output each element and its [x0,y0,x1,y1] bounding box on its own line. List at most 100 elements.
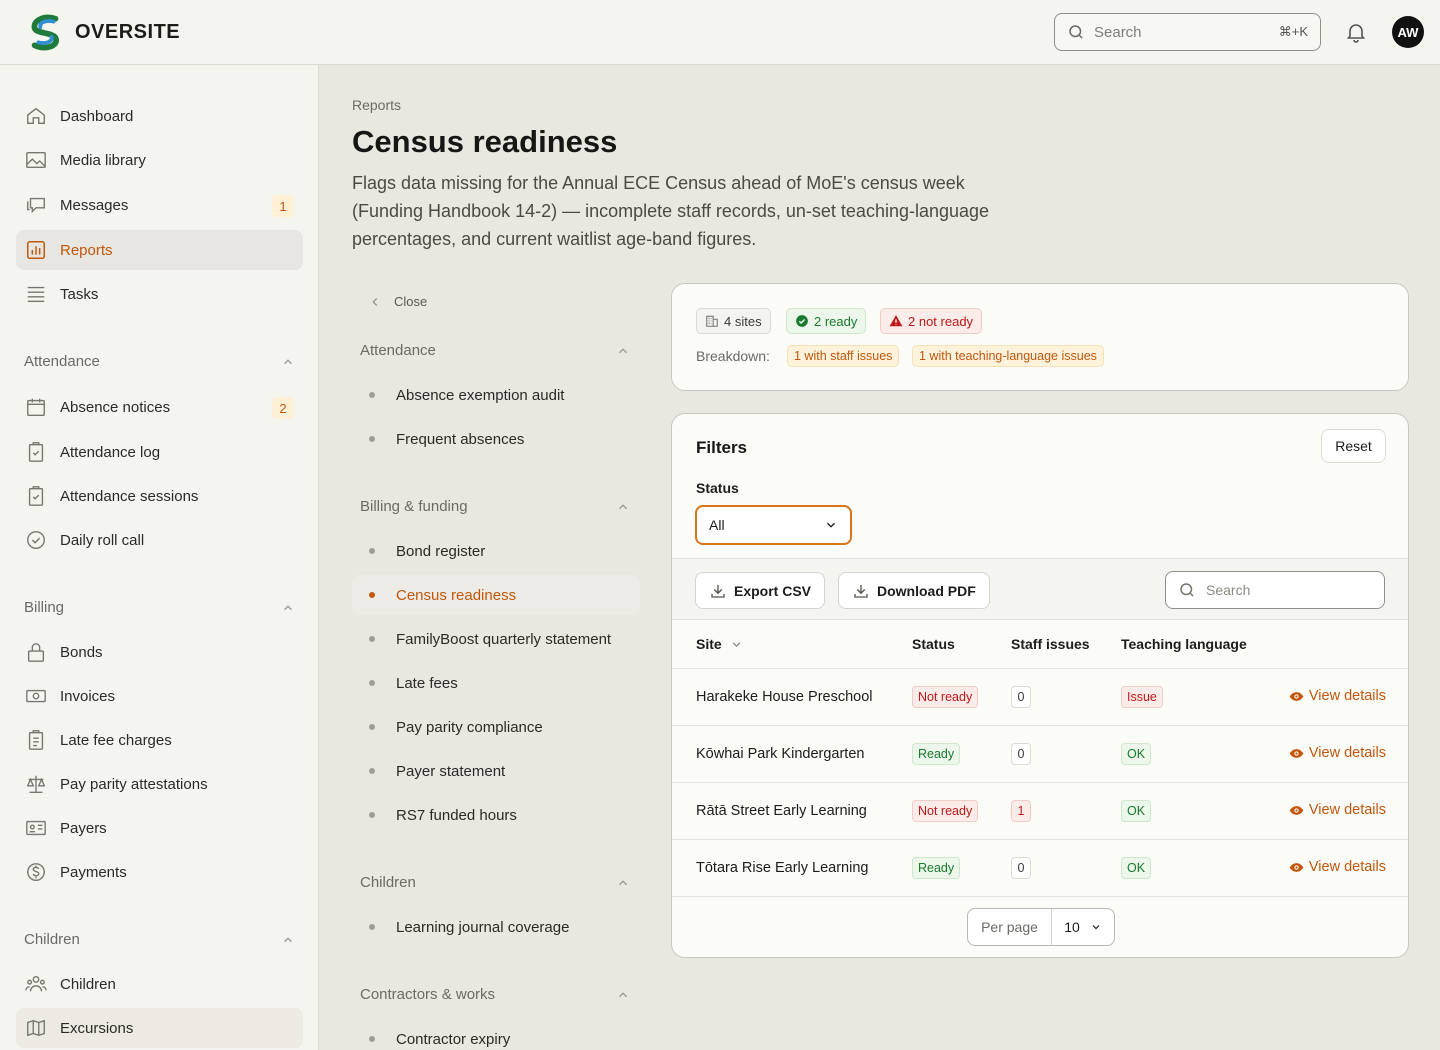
sidebar-item-pay-parity-attestations[interactable]: Pay parity attestations [16,764,303,804]
teaching-language-badge: Issue [1121,686,1163,708]
view-details-link[interactable]: View details [1289,745,1386,761]
calendar-icon [27,398,45,416]
clipboard-check-icon [28,442,44,462]
close-report-list-button[interactable]: Close [368,294,427,309]
view-details-link[interactable]: View details [1289,859,1386,875]
status-label: Status [696,480,739,496]
sidebar-item-media-library[interactable]: Media library [16,140,303,180]
table-search-input[interactable]: Search [1165,571,1385,609]
warning-triangle-icon [889,315,903,327]
sidebar-item-tasks[interactable]: Tasks [16,274,303,314]
view-details-link[interactable]: View details [1289,802,1386,818]
download-icon [854,584,868,598]
site-name: Harakeke House Preschool [696,689,873,705]
download-pdf-button[interactable]: Download PDF [838,572,990,609]
report-item[interactable]: Bond register [352,531,640,571]
sidebar-item-label: Attendance log [60,443,161,461]
bell-icon[interactable] [1344,20,1368,44]
column-header-staff-issues: Staff issues [1011,636,1090,652]
sidebar-item-invoices[interactable]: Invoices [16,676,303,716]
avatar[interactable]: AW [1392,16,1424,48]
sidebar-section-billing[interactable]: Billing [24,599,295,616]
sidebar-item-payers[interactable]: Payers [16,808,303,848]
site-name: Kōwhai Park Kindergarten [696,746,865,762]
staff-issues-count: 0 [1011,857,1031,879]
report-item[interactable]: Absence exemption audit [352,375,640,415]
report-item[interactable]: Learning journal coverage [352,907,640,947]
sidebar-item-label: Attendance sessions [60,487,199,505]
sidebar-section-children[interactable]: Children [24,931,295,948]
site-name: Tōtara Rise Early Learning [696,860,869,876]
check-circle-icon [796,315,808,327]
filters-title: Filters [696,438,748,457]
map-icon [27,1019,45,1037]
breadcrumb[interactable]: Reports [352,97,401,113]
sidebar-section-attendance[interactable]: Attendance [24,353,295,370]
report-section-children[interactable]: Children [360,874,630,891]
image-icon [26,151,46,169]
sidebar-item-label: Reports [60,241,113,259]
per-page-label: Per page [968,909,1052,945]
status-select[interactable]: All [695,505,852,545]
section-title: Billing & funding [360,498,468,515]
chevron-down-icon [827,522,835,528]
sidebar-item-children[interactable]: Children [16,964,303,1004]
report-item[interactable]: FamilyBoost quarterly statement [352,619,640,659]
chevron-up-icon [619,991,627,997]
eye-icon [1289,748,1304,758]
sidebar-item-bonds[interactable]: Bonds [16,632,303,672]
sidebar-item-label: Payers [60,819,107,837]
page-description: Flags data missing for the Annual ECE Ce… [352,173,990,249]
staff-issues-count: 0 [1011,686,1031,708]
export-csv-button[interactable]: Export CSV [695,572,826,609]
check-circle-icon [27,531,45,549]
sidebar-item-late-fee-charges[interactable]: Late fee charges [16,720,303,760]
sidebar-item-excursions[interactable]: Excursions [16,1008,303,1048]
column-header-site[interactable]: Site [696,636,743,652]
search-shortcut: ⌘+K [1278,24,1308,39]
report-item[interactable]: Pay parity compliance [352,707,640,747]
report-item-active[interactable]: Census readiness [352,575,640,615]
reset-button[interactable]: Reset [1321,429,1386,463]
global-search-input[interactable]: Search ⌘+K [1054,13,1321,51]
sidebar-item-payments[interactable]: Payments [16,852,303,892]
sidebar-item-absence-notices[interactable]: Absence notices 2 [16,387,303,427]
sidebar-item-attendance-sessions[interactable]: Attendance sessions [16,476,303,516]
report-section-billing-funding[interactable]: Billing & funding [360,498,630,515]
not-ready-chip: 2 not ready [880,308,983,334]
sidebar-item-daily-roll-call[interactable]: Daily roll call [16,520,303,560]
report-item[interactable]: RS7 funded hours [352,795,640,835]
chevron-up-icon [284,358,292,364]
report-item[interactable]: Late fees [352,663,640,703]
chevron-down-icon [732,641,740,647]
logo[interactable]: OVERSITE [27,13,180,51]
ready-chip: 2 ready [786,308,867,334]
banknote-icon [26,689,46,703]
status-badge: Ready [912,857,961,879]
sidebar-item-dashboard[interactable]: Dashboard [16,96,303,136]
sidebar: Dashboard Media library Messages 1 Repor… [0,65,319,1050]
report-item[interactable]: Frequent absences [352,419,640,459]
section-title: Billing [24,599,65,616]
sidebar-item-messages[interactable]: Messages 1 [16,185,303,225]
chevron-up-icon [284,936,292,942]
sidebar-item-label: Absence notices [60,398,171,416]
staff-issues-chip: 1 with staff issues [787,345,900,367]
bar-chart-icon [27,241,45,259]
report-item[interactable]: Payer statement [352,751,640,791]
report-item[interactable]: Contractor expiry [352,1019,640,1050]
column-header-status: Status [912,636,955,652]
sidebar-item-label: Dashboard [60,107,134,125]
teaching-language-badge: OK [1121,743,1152,765]
filters-card: Filters Reset Status All Export CSV Down… [671,413,1409,958]
view-details-link[interactable]: View details [1289,688,1386,704]
report-section-contractors-works[interactable]: Contractors & works [360,986,630,1003]
per-page-select[interactable]: Per page 10 [967,908,1115,946]
scale-icon [26,775,46,793]
clipboard-check-icon [28,486,44,506]
sidebar-item-reports[interactable]: Reports [16,230,303,270]
report-section-attendance[interactable]: Attendance [360,342,630,359]
per-page-value[interactable]: 10 [1052,919,1114,935]
messages-badge: 1 [272,195,294,217]
sidebar-item-attendance-log[interactable]: Attendance log [16,432,303,472]
